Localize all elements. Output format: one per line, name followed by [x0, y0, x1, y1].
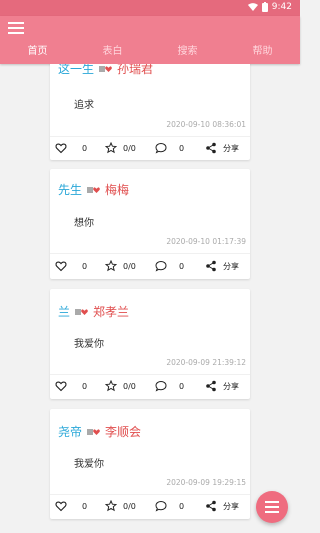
post-message: 我爱你: [74, 339, 104, 350]
status-time: 9:42: [271, 2, 292, 12]
receiver-name: 梅梅: [105, 183, 130, 197]
post-actions: 0 0/0 0 分享: [50, 495, 250, 517]
star-repost-icon: [105, 500, 117, 512]
post-timestamp: 2020-09-09 21:39:12: [166, 358, 246, 367]
heart-outline-icon: [55, 501, 67, 512]
share-button[interactable]: 分享: [205, 137, 239, 159]
star-repost-icon: [105, 142, 117, 154]
tab-home[interactable]: 首页: [0, 46, 75, 64]
share-icon: [206, 142, 216, 154]
repost-button[interactable]: 0/0: [105, 255, 136, 277]
menu-fab-button[interactable]: [256, 491, 288, 523]
receiver-name: 郑孝兰: [93, 305, 130, 319]
comment-count: 0: [179, 261, 185, 271]
tab-help[interactable]: 帮助: [225, 46, 300, 64]
tab-confess[interactable]: 表白: [75, 46, 150, 64]
comment-bubble-icon: [155, 500, 167, 512]
post-message: 我爱你: [74, 459, 104, 470]
post-title: 尧帝 李顺会: [58, 423, 141, 440]
share-icon: [206, 500, 216, 512]
like-count: 0: [82, 261, 88, 271]
share-button[interactable]: 分享: [205, 375, 239, 397]
comment-button[interactable]: 0: [155, 495, 184, 517]
post-card[interactable]: 尧帝 李顺会 我爱你 2020-09-09 19:29:15 0 0/0 0 分…: [50, 409, 250, 519]
status-icons: 9:42: [247, 2, 292, 12]
repost-count: 0/0: [123, 501, 136, 511]
like-button[interactable]: 0: [55, 255, 87, 277]
receiver-name: 孙瑞君: [117, 64, 154, 76]
tab-bar: 首页 表白 搜索 帮助: [0, 46, 300, 64]
star-repost-icon: [105, 260, 117, 272]
share-button[interactable]: 分享: [205, 495, 239, 517]
fab-bar: [265, 501, 279, 503]
post-actions: 0 0/0 0 分享: [50, 137, 250, 159]
sender-name: 尧帝: [58, 425, 83, 439]
comment-bubble-icon: [155, 142, 167, 154]
hamburger-icon[interactable]: [8, 22, 24, 34]
comment-button[interactable]: 0: [155, 255, 184, 277]
comment-bubble-icon: [155, 380, 167, 392]
receiver-name: 李顺会: [105, 425, 142, 439]
heart-outline-icon: [55, 381, 67, 392]
repost-button[interactable]: 0/0: [105, 375, 136, 397]
comment-count: 0: [179, 143, 185, 153]
like-count: 0: [82, 501, 88, 511]
repost-count: 0/0: [123, 261, 136, 271]
post-title: 先生 梅梅: [58, 181, 129, 198]
share-label: 分享: [223, 143, 239, 153]
comment-bubble-icon: [155, 260, 167, 272]
like-count: 0: [82, 143, 88, 153]
arrow-heart-icon: [87, 186, 100, 193]
heart-outline-icon: [55, 261, 67, 272]
fab-bar: [265, 506, 279, 508]
battery-icon: [261, 2, 268, 12]
comment-button[interactable]: 0: [155, 137, 184, 159]
sender-name: 这一生: [58, 64, 95, 76]
star-repost-icon: [105, 380, 117, 392]
post-timestamp: 2020-09-09 19:29:15: [166, 478, 246, 487]
share-label: 分享: [223, 501, 239, 511]
comment-button[interactable]: 0: [155, 375, 184, 397]
comment-count: 0: [179, 501, 185, 511]
sender-name: 先生: [58, 183, 83, 197]
post-message: 追求: [74, 100, 94, 111]
post-actions: 0 0/0 0 分享: [50, 255, 250, 277]
like-button[interactable]: 0: [55, 375, 87, 397]
fab-bar: [265, 511, 279, 513]
repost-button[interactable]: 0/0: [105, 495, 136, 517]
divider: [50, 253, 250, 254]
wifi-icon: [247, 3, 258, 11]
arrow-heart-icon: [87, 428, 100, 435]
post-actions: 0 0/0 0 分享: [50, 375, 250, 397]
repost-count: 0/0: [123, 381, 136, 391]
share-icon: [206, 380, 216, 392]
post-card[interactable]: 这一生 孙瑞君 追求 2020-09-10 08:36:01 0 0/0 0 分…: [50, 64, 250, 160]
post-message: 想你: [74, 218, 94, 229]
share-button[interactable]: 分享: [205, 255, 239, 277]
arrow-heart-icon: [75, 308, 88, 315]
share-label: 分享: [223, 261, 239, 271]
post-title: 这一生 孙瑞君: [58, 64, 153, 77]
repost-count: 0/0: [123, 143, 136, 153]
share-label: 分享: [223, 381, 239, 391]
status-bar: 9:42: [0, 0, 300, 16]
like-button[interactable]: 0: [55, 137, 87, 159]
post-timestamp: 2020-09-10 01:17:39: [166, 237, 246, 246]
arrow-heart-icon: [99, 65, 112, 72]
comment-count: 0: [179, 381, 185, 391]
heart-outline-icon: [55, 143, 67, 154]
share-icon: [206, 260, 216, 272]
post-card[interactable]: 兰 郑孝兰 我爱你 2020-09-09 21:39:12 0 0/0 0 分享: [50, 289, 250, 399]
repost-button[interactable]: 0/0: [105, 137, 136, 159]
post-timestamp: 2020-09-10 08:36:01: [166, 120, 246, 129]
sender-name: 兰: [58, 305, 71, 319]
post-title: 兰 郑孝兰: [58, 303, 129, 320]
feed: 这一生 孙瑞君 追求 2020-09-10 08:36:01 0 0/0 0 分…: [0, 64, 300, 533]
tab-search[interactable]: 搜索: [150, 46, 225, 64]
post-card[interactable]: 先生 梅梅 想你 2020-09-10 01:17:39 0 0/0 0 分享: [50, 169, 250, 279]
like-button[interactable]: 0: [55, 495, 87, 517]
app-bar: 首页 表白 搜索 帮助: [0, 16, 300, 64]
like-count: 0: [82, 381, 88, 391]
